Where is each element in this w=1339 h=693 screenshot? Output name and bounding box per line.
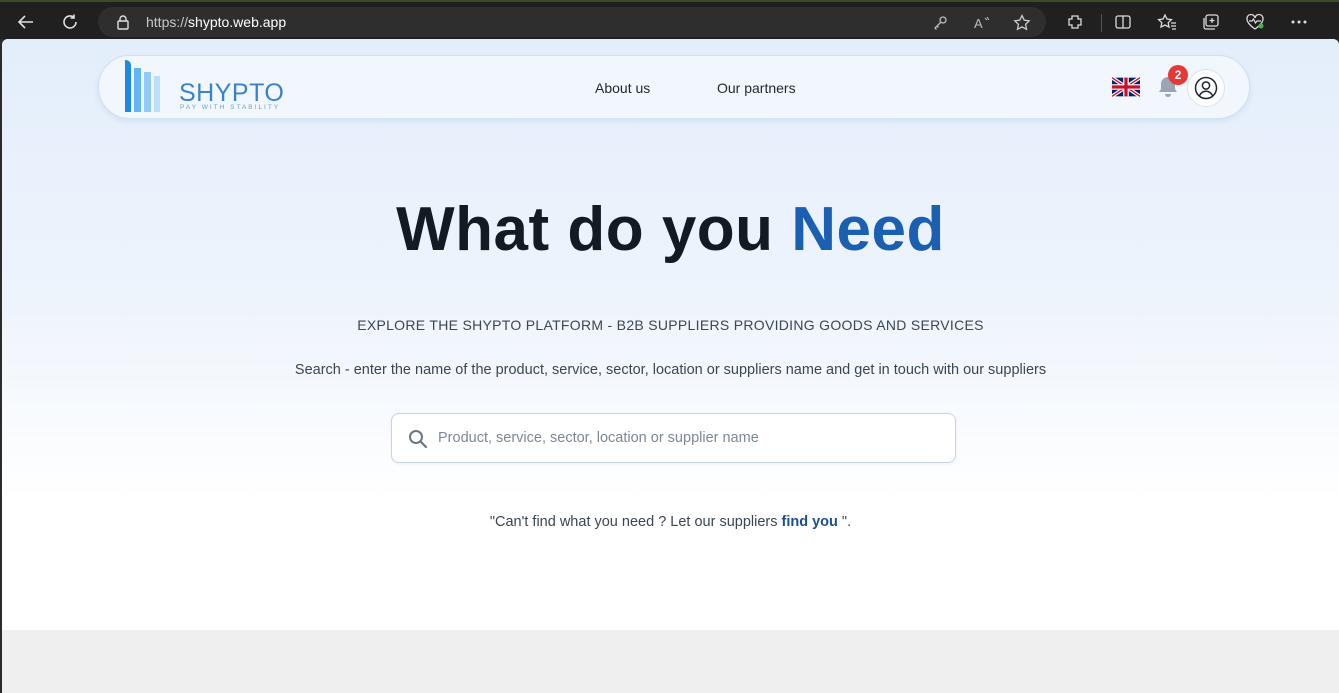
health-icon[interactable] — [1243, 10, 1267, 34]
url-text[interactable]: https://shypto.web.app — [146, 14, 286, 30]
favorites-icon[interactable] — [1155, 10, 1179, 34]
hero-title: What do you Need — [2, 194, 1339, 265]
split-screen-icon[interactable] — [1111, 10, 1135, 34]
collections-icon[interactable] — [1199, 10, 1223, 34]
cta-suffix: ". — [837, 514, 852, 530]
extensions-icon[interactable] — [1063, 10, 1087, 34]
address-bar[interactable]: https://shypto.web.app A — [98, 7, 1046, 37]
logo-tagline: PAY WITH STABILITY — [180, 104, 281, 111]
hero-subtitle: EXPLORE THE SHYPTO PLATFORM - B2B SUPPLI… — [357, 317, 984, 333]
browser-toolbar: https://shypto.web.app A — [0, 0, 1339, 39]
key-icon[interactable] — [930, 13, 950, 33]
find-you-link[interactable]: find you — [782, 514, 838, 530]
search-box[interactable] — [391, 413, 956, 463]
hero-description: Search - enter the name of the product, … — [294, 362, 1047, 378]
lock-icon[interactable] — [116, 14, 130, 35]
shypto-logo[interactable]: SHYPTO PAY WITH STABILITY — [125, 58, 295, 116]
page-viewport: SHYPTO PAY WITH STABILITY About us Our p… — [2, 39, 1339, 693]
toolbar-divider — [1101, 14, 1102, 32]
read-aloud-icon[interactable]: A — [972, 13, 992, 33]
more-icon[interactable] — [1287, 10, 1311, 34]
nav-our-partners[interactable]: Our partners — [717, 80, 796, 96]
favorite-star-icon[interactable] — [1012, 13, 1032, 33]
cta-text: "Can't find what you need ? Let our supp… — [2, 514, 1339, 530]
notification-badge[interactable]: 2 — [1168, 65, 1188, 85]
hero-title-main: What do you — [396, 195, 792, 264]
url-scheme: https:// — [146, 14, 189, 30]
refresh-icon[interactable] — [56, 8, 84, 36]
search-input[interactable] — [438, 423, 938, 453]
nav-about-us[interactable]: About us — [595, 80, 650, 96]
url-host: shypto.web.app — [188, 14, 287, 30]
back-icon[interactable] — [12, 8, 40, 36]
uk-flag-icon[interactable] — [1110, 76, 1142, 98]
hero-section: SHYPTO PAY WITH STABILITY About us Our p… — [2, 39, 1339, 630]
svg-text:A: A — [974, 16, 983, 31]
hero-title-accent: Need — [791, 195, 945, 264]
cta-prefix: "Can't find what you need ? Let our supp… — [489, 514, 782, 530]
search-icon[interactable] — [408, 429, 428, 454]
site-header: SHYPTO PAY WITH STABILITY About us Our p… — [98, 55, 1250, 119]
user-icon[interactable] — [1187, 69, 1225, 107]
